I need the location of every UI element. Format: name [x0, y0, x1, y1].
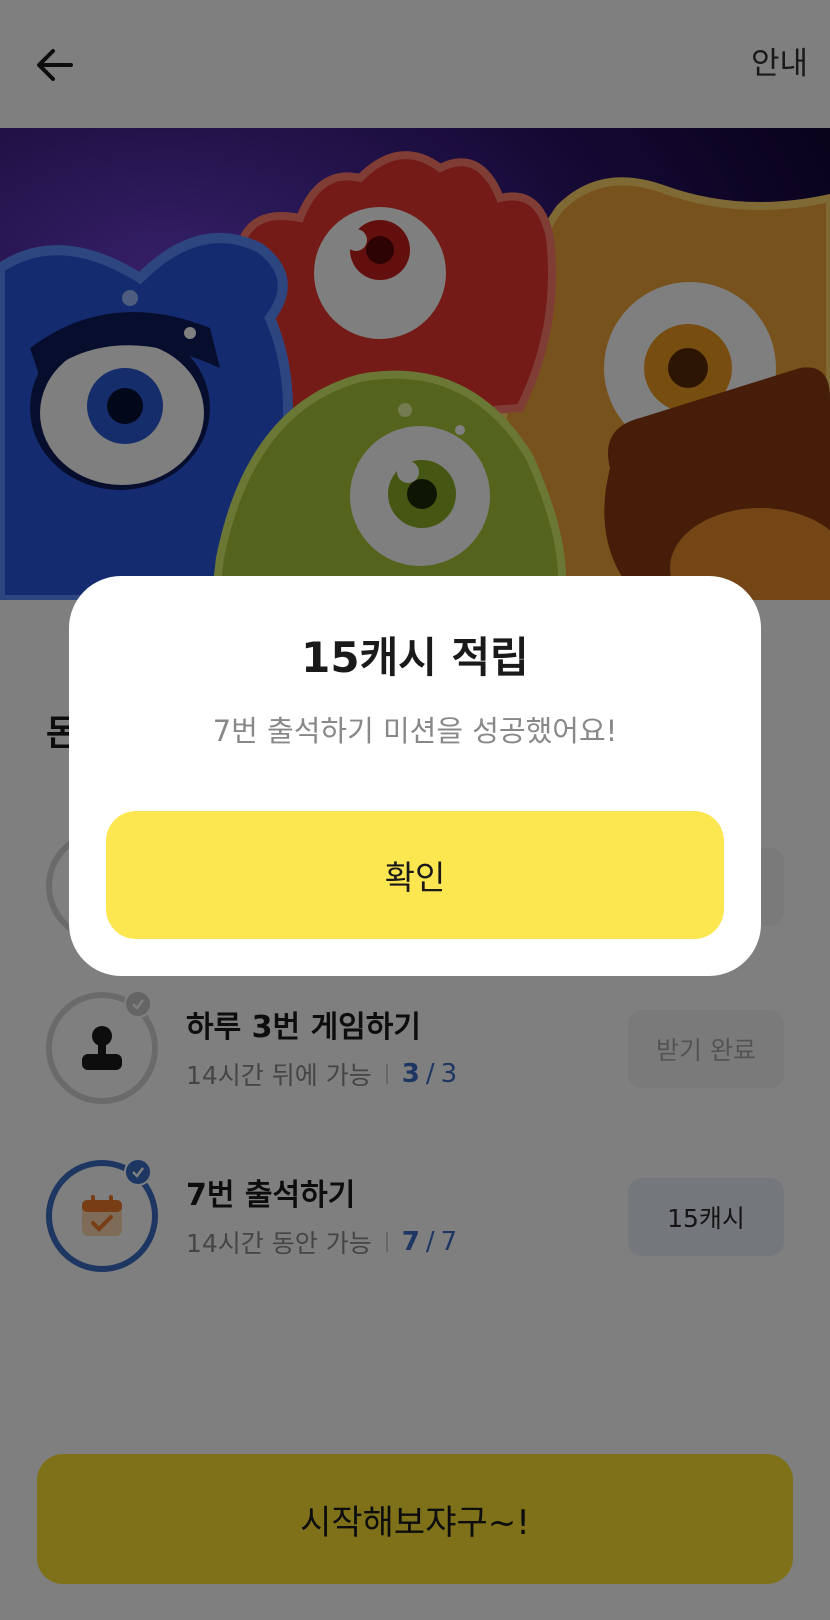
confirm-button[interactable]: 확인: [106, 811, 724, 939]
modal-message: 7번 출석하기 미션을 성공했어요!: [212, 714, 618, 748]
reward-modal: 15캐시 적립 7번 출석하기 미션을 성공했어요! 확인: [69, 576, 761, 976]
modal-title: 15캐시 적립: [301, 633, 529, 682]
